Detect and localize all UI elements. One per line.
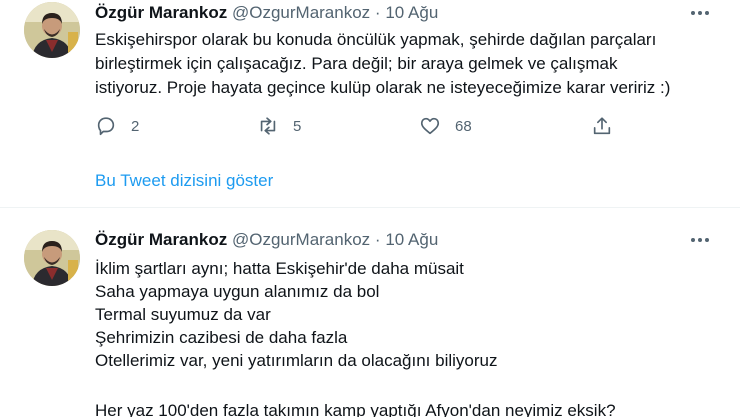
author-name[interactable]: Özgür Marankoz xyxy=(95,230,227,249)
like-button[interactable]: 68 xyxy=(419,115,472,137)
tweet-text-line: Otellerimiz var, yeni yatırımların da ol… xyxy=(95,351,498,370)
tweet-text-line: istiyoruz. Proje hayata geçince kulüp ol… xyxy=(95,78,671,97)
tweet-text-line: Şehrimizin cazibesi de daha fazla xyxy=(95,328,348,347)
reply-count: 2 xyxy=(131,117,140,135)
share-icon xyxy=(593,117,611,135)
retweet-count: 5 xyxy=(293,117,302,135)
tweet-text-line: birleştirmek için çalışacağız. Para deği… xyxy=(95,54,618,73)
reply-icon xyxy=(97,117,115,136)
tweet-text-line: İklim şartları aynı; hatta Eskişehir'de … xyxy=(95,259,464,278)
more-icon[interactable] xyxy=(686,230,714,250)
retweet-icon xyxy=(260,117,276,135)
author-handle[interactable]: @OzgurMarankoz xyxy=(232,3,370,22)
tweet-actions: 2 5 68 xyxy=(95,115,625,141)
tweet-text-line: Eskişehirspor olarak bu konuda öncülük y… xyxy=(95,30,657,49)
tweet-text-line: Saha yapmaya uygun alanımız da bol xyxy=(95,282,380,301)
author-name[interactable]: Özgür Marankoz xyxy=(95,3,227,22)
reply-button[interactable]: 2 xyxy=(95,115,139,137)
like-icon xyxy=(420,117,440,135)
avatar-image xyxy=(24,230,80,286)
retweet-button[interactable]: 5 xyxy=(257,115,301,137)
separator-dot: · xyxy=(374,3,381,22)
tweet-date[interactable]: 10 Ağu xyxy=(385,3,438,22)
tweet-date[interactable]: 10 Ağu xyxy=(385,230,438,249)
tweet-text-line: Termal suyumuz da var xyxy=(95,305,271,324)
show-thread-link[interactable]: Bu Tweet dizisini göster xyxy=(95,171,273,191)
like-count: 68 xyxy=(455,117,472,135)
more-icon[interactable] xyxy=(686,3,714,23)
avatar[interactable] xyxy=(24,2,80,58)
tweet-text-line: Her yaz 100'den fazla takımın kamp yaptı… xyxy=(95,401,616,417)
tweet-1[interactable]: Özgür Marankoz @OzgurMarankoz · 10 Ağu E… xyxy=(0,0,740,160)
tweet-2[interactable]: Özgür Marankoz @OzgurMarankoz · 10 Ağu İ… xyxy=(0,226,740,417)
tweet-header: Özgür Marankoz @OzgurMarankoz · 10 Ağu xyxy=(95,229,438,251)
avatar-image xyxy=(24,2,80,58)
share-button[interactable] xyxy=(591,115,613,137)
author-handle[interactable]: @OzgurMarankoz xyxy=(232,230,370,249)
avatar[interactable] xyxy=(24,230,80,286)
divider xyxy=(0,207,740,208)
separator-dot: · xyxy=(374,230,381,249)
tweet-header: Özgür Marankoz @OzgurMarankoz · 10 Ağu xyxy=(95,2,438,24)
